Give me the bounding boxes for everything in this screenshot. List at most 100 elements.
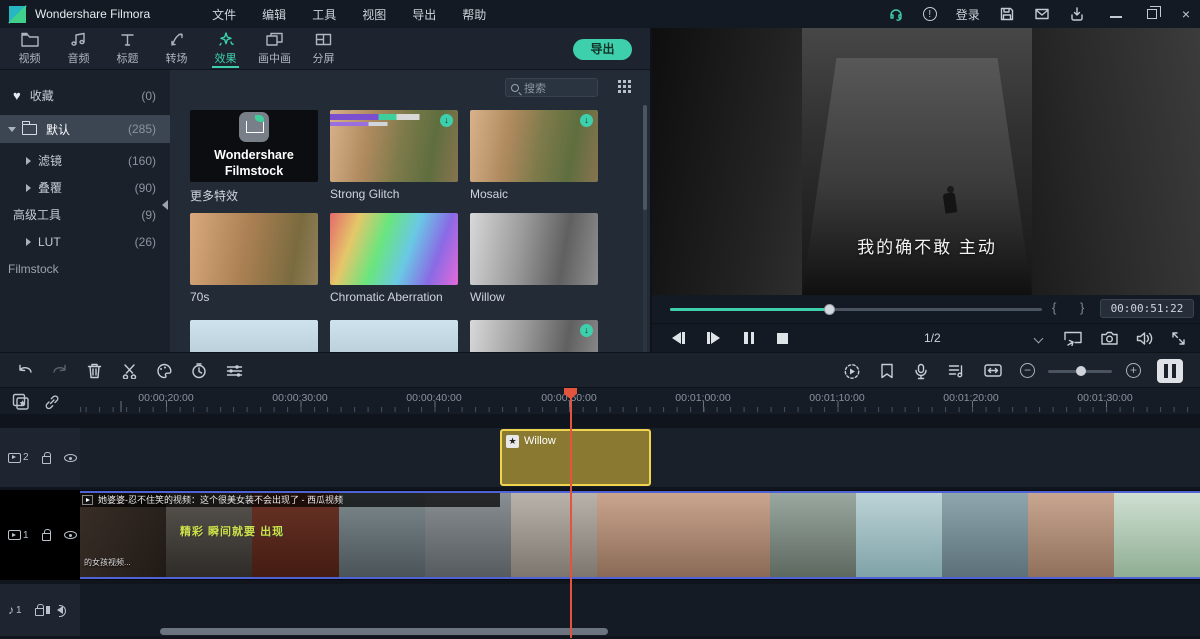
sidebar-count: (26) <box>135 235 156 249</box>
mark-out-icon[interactable]: } <box>1080 300 1084 315</box>
sidebar-item-advanced-tools[interactable]: 高级工具 (9) <box>0 201 170 228</box>
tab-effects[interactable]: 效果 <box>202 29 249 69</box>
effect-card-70s[interactable]: 70s <box>190 213 318 304</box>
effect-card-partial[interactable] <box>190 320 318 352</box>
sidebar-item-filmstock[interactable]: Filmstock <box>0 255 170 282</box>
video-clip-title: 她婆婆-忍不住笑的视频：这个很美女装不会出现了 - 西瓜视频 <box>80 493 500 507</box>
split-scissors-icon[interactable] <box>121 363 138 379</box>
menu-file[interactable]: 文件 <box>212 6 236 23</box>
page-indicator[interactable]: 1/2 <box>924 331 941 345</box>
sidebar-item-overlays[interactable]: 叠覆 (90) <box>0 174 170 201</box>
fullscreen-icon[interactable] <box>1171 331 1186 346</box>
tab-titles[interactable]: 标题 <box>104 29 151 69</box>
timeline-ruler[interactable]: 00:00:20:00 00:00:30:00 00:00:40:00 00:0… <box>0 388 1200 414</box>
close-button[interactable]: × <box>1182 7 1190 21</box>
snapshot-camera-icon[interactable] <box>1101 331 1118 345</box>
zoom-out-button[interactable]: − <box>1020 363 1035 378</box>
effect-card-partial[interactable]: ↓ <box>470 320 598 352</box>
sidebar-count: (90) <box>135 181 156 195</box>
pause-button[interactable] <box>744 331 757 349</box>
mark-in-icon[interactable]: { <box>1052 300 1056 315</box>
next-frame-button[interactable] <box>707 331 720 349</box>
sidebar-count: (285) <box>128 122 156 136</box>
menu-export[interactable]: 导出 <box>412 6 436 23</box>
speaker-mute-icon[interactable] <box>57 606 63 614</box>
page-dropdown-chevron-icon[interactable] <box>1034 334 1044 344</box>
manage-tracks-icon[interactable] <box>12 393 30 410</box>
effect-card-chromatic-aberration[interactable]: Chromatic Aberration <box>330 213 458 304</box>
menu-tools[interactable]: 工具 <box>312 6 336 23</box>
minimize-button[interactable] <box>1110 16 1122 18</box>
undo-icon[interactable] <box>17 363 34 379</box>
seek-bar-knob[interactable] <box>824 304 835 315</box>
download-icon[interactable] <box>1069 6 1085 22</box>
sidebar-item-favorites[interactable]: ♥ 收藏 (0) <box>0 82 170 109</box>
previous-frame-button[interactable] <box>672 331 685 349</box>
eye-visibility-icon[interactable] <box>64 531 77 539</box>
menu-edit[interactable]: 编辑 <box>262 6 286 23</box>
zoom-to-fit-icon[interactable] <box>984 363 1002 378</box>
zoom-in-button[interactable]: + <box>1126 363 1141 378</box>
redo-icon[interactable] <box>51 363 68 379</box>
tab-transitions[interactable]: 转场 <box>153 29 200 69</box>
sidebar-count: (0) <box>141 89 156 103</box>
filmstock-thumb: Wondershare Filmstock <box>190 110 318 182</box>
voiceover-mic-icon[interactable] <box>914 363 928 380</box>
delete-trash-icon[interactable] <box>87 363 102 379</box>
effect-thumb: ↓ <box>470 320 598 352</box>
lock-icon[interactable] <box>42 533 51 541</box>
info-icon[interactable]: ! <box>923 7 937 21</box>
search-input[interactable]: 搜索 <box>505 78 598 97</box>
grid-view-icon[interactable] <box>618 80 633 95</box>
effects-scrollbar[interactable] <box>643 105 647 352</box>
tab-pip[interactable]: 画中画 <box>251 29 298 69</box>
effects-grid-panel: 搜索 Wondershare Filmstock 更多特效 ↓ Strong G… <box>170 70 650 352</box>
play-on-tv-icon[interactable] <box>1064 331 1082 346</box>
ruler-minor-ticks <box>80 407 1200 412</box>
effect-card-filmstock[interactable]: Wondershare Filmstock 更多特效 <box>190 110 318 204</box>
effect-card-mosaic[interactable]: ↓ Mosaic <box>470 110 598 201</box>
export-button[interactable]: 导出 <box>573 39 632 60</box>
login-button[interactable]: 登录 <box>956 6 980 23</box>
tab-audio[interactable]: 音频 <box>55 29 102 69</box>
timeline-zoom-slider[interactable] <box>1048 370 1112 373</box>
speed-clock-icon[interactable] <box>191 363 207 379</box>
pause-render-button[interactable] <box>1157 359 1183 383</box>
menu-help[interactable]: 帮助 <box>462 6 486 23</box>
stop-button[interactable] <box>777 331 788 349</box>
render-preview-icon[interactable] <box>843 363 861 380</box>
lock-icon[interactable] <box>35 608 44 616</box>
preview-video[interactable]: 我的确不敢 主动 <box>652 28 1200 295</box>
timeline-horizontal-scrollbar[interactable] <box>160 628 608 635</box>
color-palette-icon[interactable] <box>156 363 173 379</box>
save-icon[interactable] <box>999 6 1015 22</box>
link-clips-icon[interactable] <box>44 394 60 410</box>
effect-card-partial[interactable] <box>330 320 458 352</box>
volume-icon[interactable] <box>1136 331 1153 346</box>
sidebar-item-lut[interactable]: LUT (26) <box>0 228 170 255</box>
willow-effect-clip[interactable]: ★ Willow <box>500 429 651 486</box>
search-icon <box>511 84 519 92</box>
sidebar-item-default[interactable]: 默认 (285) <box>0 115 170 143</box>
tab-splitscreen[interactable]: 分屏 <box>300 29 347 69</box>
adjust-sliders-icon[interactable] <box>226 363 243 379</box>
playhead-line[interactable] <box>570 388 572 638</box>
marker-icon[interactable] <box>880 363 894 379</box>
seek-bar[interactable] <box>670 308 1042 311</box>
sidebar-item-filters[interactable]: 滤镜 (160) <box>0 147 170 174</box>
audio-mixer-icon[interactable] <box>948 363 965 379</box>
effect-card-willow[interactable]: Willow <box>470 213 598 304</box>
support-headset-icon[interactable] <box>888 6 904 22</box>
eye-visibility-icon[interactable] <box>64 454 77 462</box>
lock-icon[interactable] <box>42 456 51 464</box>
menu-view[interactable]: 视图 <box>362 6 386 23</box>
zoom-slider-knob[interactable] <box>1076 366 1086 376</box>
effect-card-strong-glitch[interactable]: ↓ Strong Glitch <box>330 110 458 201</box>
mail-icon[interactable] <box>1034 6 1050 22</box>
restore-button[interactable] <box>1147 9 1157 19</box>
sidebar-collapse-arrow[interactable] <box>162 200 168 210</box>
video-clip[interactable]: 精彩 瞬间就要 出现 她婆婆-忍不住笑的视频：这个很美女装不会出现了 - 西瓜视… <box>80 491 1200 579</box>
video-track-lane[interactable]: 1 精彩 瞬间就要 出现 她婆婆-忍不住笑的视频：这个很美女装不会出现了 - 西… <box>0 490 1200 580</box>
tab-video[interactable]: 视频 <box>6 29 53 69</box>
effect-track-lane[interactable]: 2 ★ Willow <box>0 428 1200 487</box>
